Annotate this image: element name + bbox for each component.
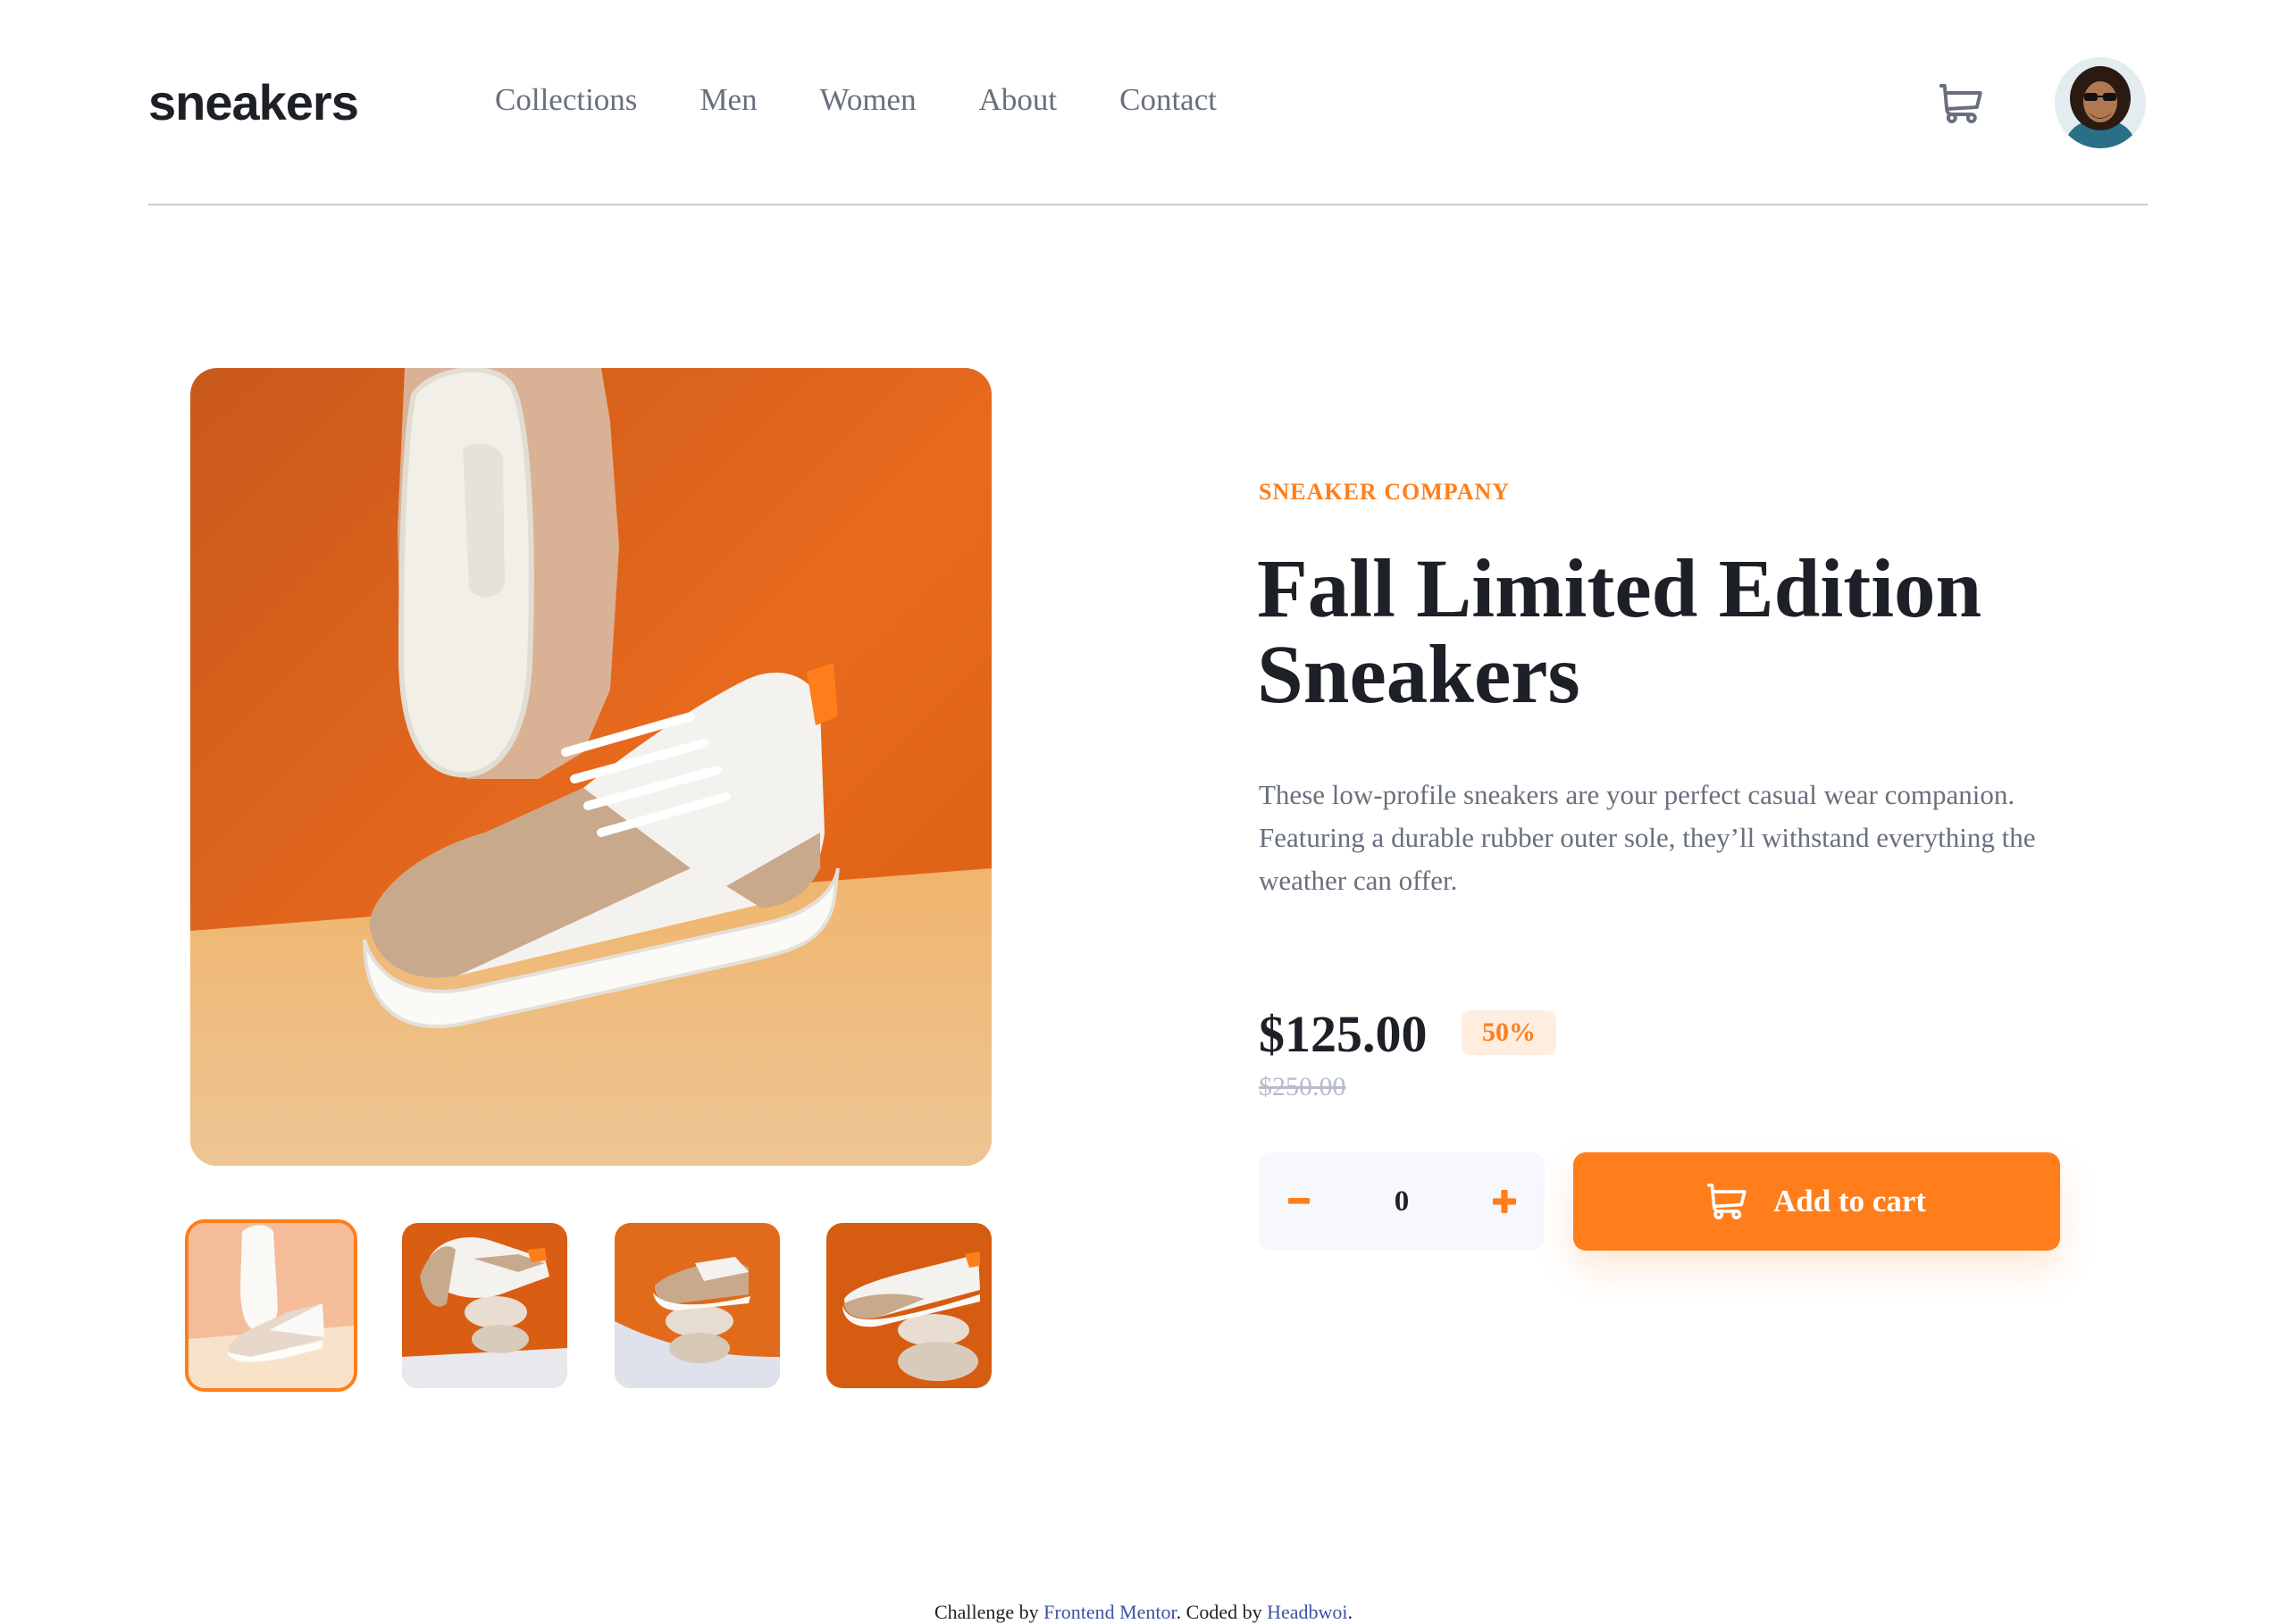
add-to-cart-button[interactable]: Add to cart: [1573, 1152, 2060, 1251]
footer-prefix: Challenge by: [934, 1601, 1044, 1623]
decrease-quantity-button[interactable]: [1259, 1152, 1339, 1251]
plus-icon: [1493, 1190, 1516, 1213]
main-product-image[interactable]: [190, 368, 992, 1166]
increase-quantity-button[interactable]: [1464, 1152, 1545, 1251]
minus-icon: [1288, 1198, 1310, 1204]
product-title: Fall Limited Edition Sneakers: [1257, 543, 1982, 721]
thumbnail-4[interactable]: [826, 1223, 992, 1388]
footer-middle: . Coded by: [1176, 1601, 1268, 1623]
quantity-stepper: 0: [1259, 1152, 1545, 1251]
add-to-cart-label: Add to cart: [1772, 1184, 1927, 1218]
product-page: sneakers Collections Men Women About Con…: [0, 0, 2287, 1624]
nav-about[interactable]: About: [979, 82, 1058, 118]
nav-women[interactable]: Women: [820, 82, 917, 118]
cart-icon[interactable]: [1939, 84, 1983, 123]
current-price: $125.00: [1259, 1005, 1428, 1063]
thumbnail-2[interactable]: [402, 1223, 567, 1388]
quantity-value[interactable]: 0: [1339, 1152, 1464, 1251]
nav-collections[interactable]: Collections: [495, 82, 637, 118]
thumbnail-1[interactable]: [185, 1219, 357, 1392]
site-header: sneakers Collections Men Women About Con…: [148, 0, 2148, 205]
footer-suffix: .: [1347, 1601, 1353, 1623]
main-nav: Collections Men Women About Contact: [495, 82, 1279, 118]
company-label: SNEAKER COMPANY: [1259, 479, 1511, 505]
frontend-mentor-link[interactable]: Frontend Mentor: [1043, 1601, 1177, 1623]
original-price: $250.00: [1259, 1072, 1346, 1101]
nav-contact[interactable]: Contact: [1119, 82, 1217, 118]
thumbnail-3[interactable]: [615, 1223, 780, 1388]
attribution-footer: Challenge by Frontend Mentor. Coded by H…: [0, 1601, 2287, 1624]
logo[interactable]: sneakers: [148, 73, 359, 131]
avatar[interactable]: [2055, 57, 2146, 148]
product-description: These low-profile sneakers are your perf…: [1259, 779, 2036, 896]
nav-men[interactable]: Men: [700, 82, 757, 118]
discount-badge: 50%: [1462, 1010, 1556, 1055]
author-link[interactable]: Headbwoi: [1267, 1601, 1347, 1623]
thumbnail-active-overlay: [188, 1223, 354, 1388]
cart-icon: [1706, 1184, 1747, 1219]
